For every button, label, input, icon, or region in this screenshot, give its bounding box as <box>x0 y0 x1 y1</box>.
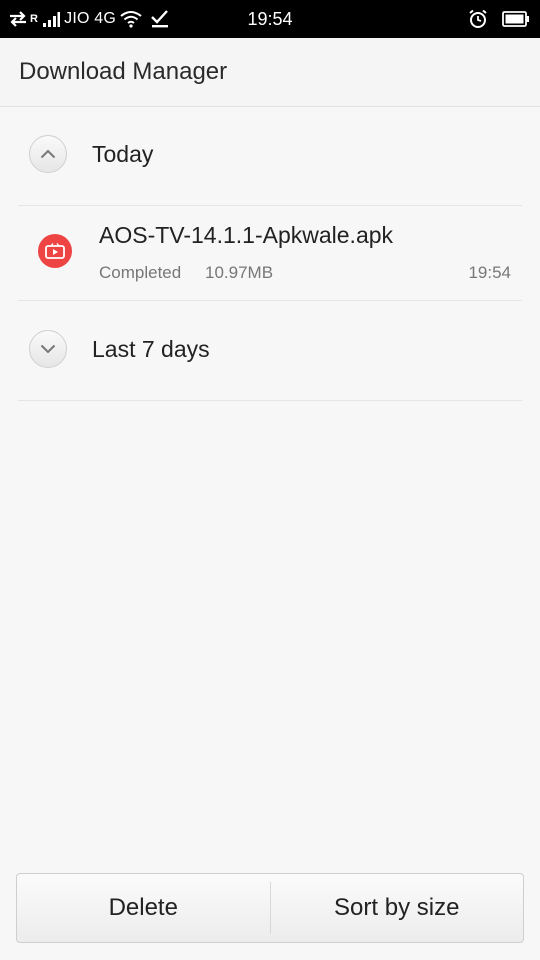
delete-button[interactable]: Delete <box>17 874 270 942</box>
expand-button[interactable] <box>29 330 67 368</box>
page-title: Download Manager <box>19 58 228 85</box>
file-status: Completed <box>99 263 182 282</box>
bottom-action-bar: Delete Sort by size <box>16 873 524 943</box>
section-today[interactable]: Today <box>18 107 522 206</box>
section-last-7-days[interactable]: Last 7 days <box>18 302 522 401</box>
video-play-icon <box>38 234 72 268</box>
download-item[interactable]: AOS-TV-14.1.1-Apkwale.apk Completed 10.9… <box>18 202 522 301</box>
section-label-last-7-days: Last 7 days <box>92 336 210 362</box>
sort-by-size-button[interactable]: Sort by size <box>271 874 524 942</box>
file-time: 19:54 <box>468 263 511 282</box>
signal-icon <box>43 12 61 27</box>
download-done-icon <box>151 10 169 28</box>
carrier-label: JIO 4G <box>64 10 117 27</box>
collapse-button[interactable] <box>29 135 67 173</box>
file-name: AOS-TV-14.1.1-Apkwale.apk <box>99 222 394 248</box>
wifi-icon <box>120 11 142 28</box>
roaming-indicator: R <box>30 13 39 25</box>
status-left: R JIO 4G <box>8 0 170 38</box>
alarm-icon <box>469 9 487 28</box>
data-transfer-icon <box>10 11 26 27</box>
battery-icon <box>502 11 529 27</box>
app-header: Download Manager <box>0 38 540 107</box>
file-size: 10.97MB <box>205 263 274 282</box>
chevron-up-icon <box>40 149 56 159</box>
section-label-today: Today <box>92 141 154 167</box>
chevron-down-icon <box>40 344 56 354</box>
status-bar: R JIO 4G 19:54 <box>0 0 540 38</box>
status-right <box>468 0 530 38</box>
